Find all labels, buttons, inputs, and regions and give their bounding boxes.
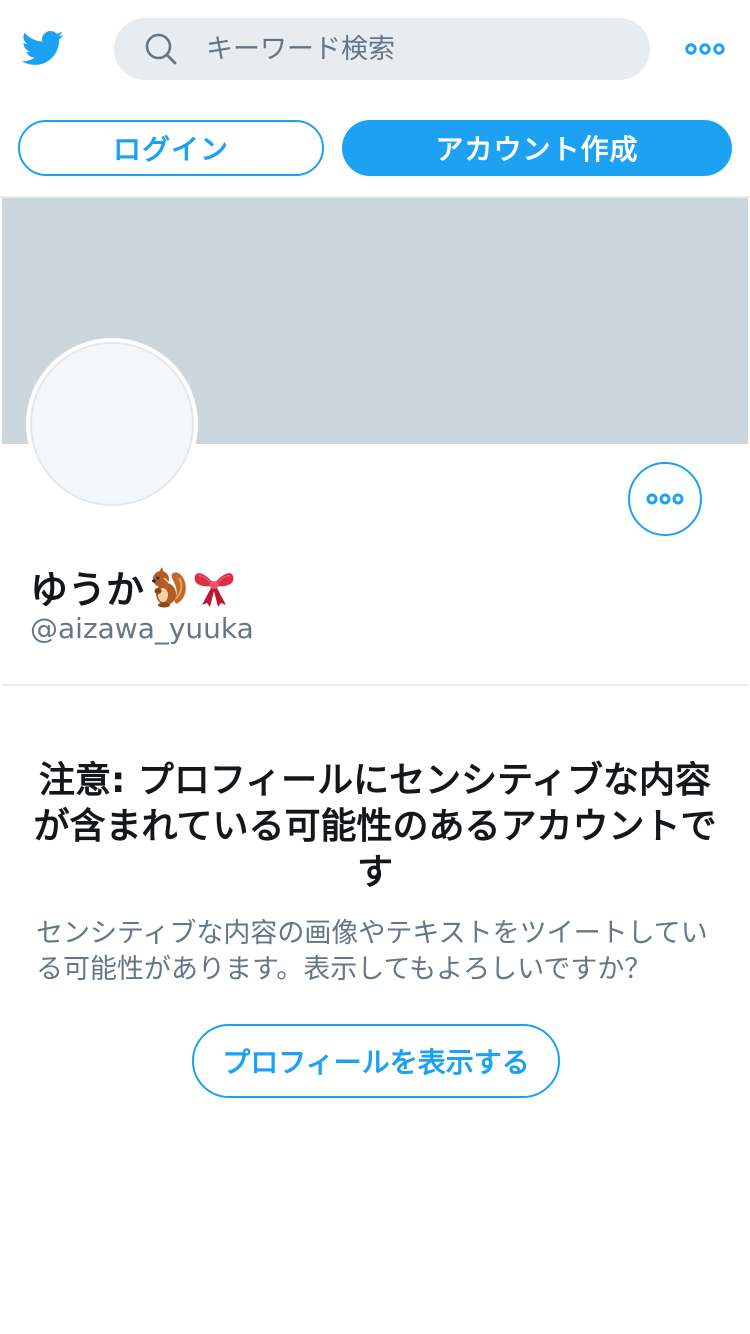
search-icon [145, 33, 177, 65]
signup-button[interactable]: アカウント作成 [342, 120, 732, 176]
sensitive-warning-body: センシティブな内容の画像やテキストをツイートしている可能性があります。表示しても… [36, 918, 708, 985]
view-profile-button-label: プロフィールを表示する [222, 1046, 530, 1079]
login-button-label: ログイン [112, 133, 229, 166]
avatar-placeholder [30, 342, 194, 506]
top-bar [0, 0, 750, 98]
sensitive-warning-title: 注意: プロフィールにセンシティブな内容が含まれている可能性のあるアカウントです [33, 760, 717, 893]
chipmunk-emoji-icon [152, 567, 186, 608]
divider [2, 684, 748, 686]
more-dots-icon[interactable] [684, 36, 726, 62]
ribbon-emoji-icon [194, 573, 234, 607]
search-input[interactable] [206, 18, 626, 80]
user-handle: @aizawa_yuuka [30, 612, 254, 645]
view-profile-button[interactable]: プロフィールを表示する [192, 1024, 560, 1098]
avatar[interactable] [26, 338, 198, 510]
search-bar[interactable] [114, 18, 650, 80]
more-dots-icon [646, 493, 684, 505]
profile-more-button[interactable] [628, 462, 702, 536]
signup-button-label: アカウント作成 [435, 133, 639, 166]
twitter-bird-icon[interactable] [18, 26, 66, 70]
display-name: ゆうか [30, 560, 236, 612]
display-name-text: ゆうか [30, 567, 145, 612]
login-button[interactable]: ログイン [18, 120, 324, 176]
